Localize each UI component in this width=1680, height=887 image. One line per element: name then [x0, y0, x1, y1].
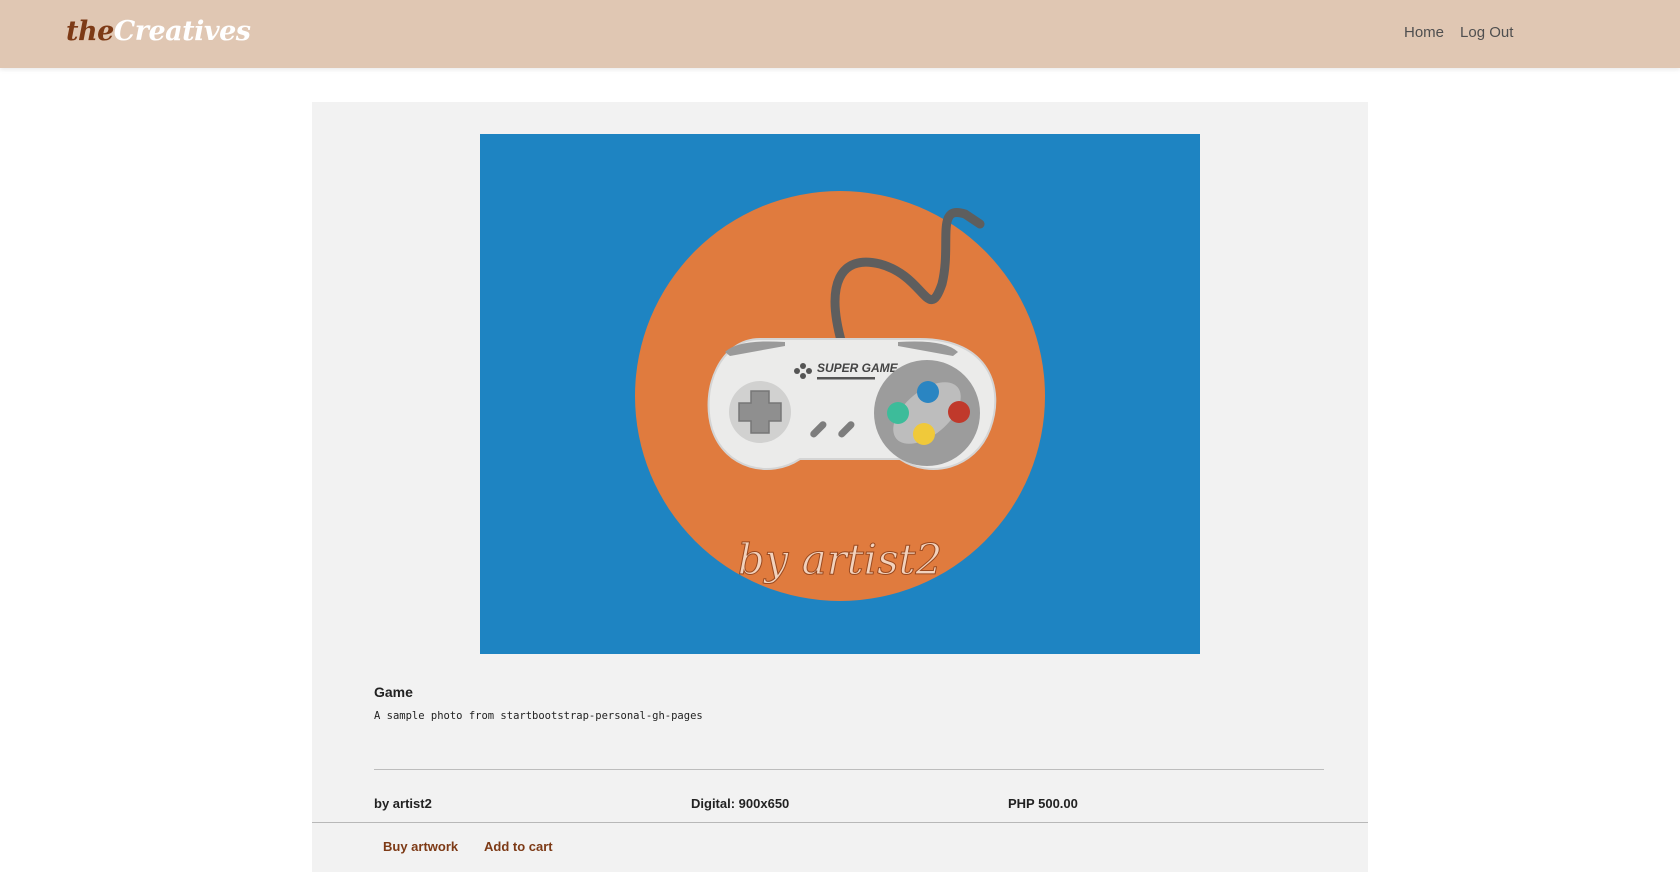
card-body: Game A sample photo from startbootstrap-… [374, 682, 1324, 724]
controller-title: SUPER GAME [817, 361, 899, 375]
add-to-cart-button[interactable]: Add to cart [476, 834, 561, 860]
nav-link-home[interactable]: Home [1404, 22, 1444, 44]
button-yellow [913, 423, 935, 445]
artwork-card: SUPER GAME by artist2 Game A sample phot… [312, 102, 1368, 872]
button-red [948, 401, 970, 423]
button-blue [917, 381, 939, 403]
brand-logo-part2: Creatives [113, 16, 251, 47]
artwork-image[interactable]: SUPER GAME by artist2 [480, 134, 1200, 654]
button-green [887, 402, 909, 424]
nav-links: Home Log Out [1404, 22, 1513, 44]
artwork-illustration: SUPER GAME by artist2 [480, 134, 1200, 654]
artwork-meta-row: by artist2 Digital: 900x650 PHP 500.00 [374, 794, 1324, 814]
controller-title-underline [817, 377, 875, 380]
artwork-artist: by artist2 [374, 796, 432, 811]
nav-link-logout[interactable]: Log Out [1460, 22, 1513, 44]
buy-artwork-button[interactable]: Buy artwork [375, 834, 466, 860]
card-footer: Buy artwork Add to cart [312, 822, 1368, 872]
artwork-price: PHP 500.00 [1008, 796, 1078, 811]
divider [374, 769, 1324, 770]
brand-logo[interactable]: theCreatives [66, 12, 251, 52]
artwork-title: Game [374, 684, 413, 700]
watermark-text: by artist2 [738, 535, 943, 584]
brand-logo-part1: the [66, 16, 114, 47]
artwork-format: Digital: 900x650 [691, 796, 790, 811]
navbar: theCreatives Home Log Out [0, 0, 1680, 68]
artwork-description: A sample photo from startbootstrap-perso… [374, 710, 703, 722]
